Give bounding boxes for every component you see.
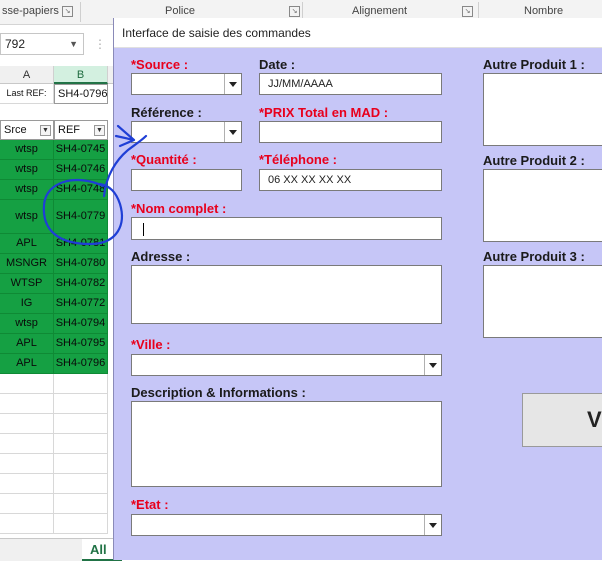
- prix-input[interactable]: [259, 121, 442, 143]
- source-cell[interactable]: IG: [0, 294, 54, 314]
- quantite-label: *Quantité :: [131, 152, 197, 167]
- prix-label: *PRIX Total en MAD :: [259, 105, 389, 120]
- column-header-a[interactable]: A: [0, 66, 54, 84]
- empty-cell[interactable]: [0, 434, 54, 454]
- ref-cell[interactable]: SH4-0745: [54, 140, 108, 160]
- chevron-down-icon[interactable]: [224, 122, 241, 142]
- empty-cell[interactable]: [54, 514, 108, 534]
- adresse-textarea[interactable]: [131, 265, 442, 324]
- ref-cell[interactable]: SH4-0794: [54, 314, 108, 334]
- source-cell[interactable]: APL: [0, 234, 54, 254]
- column-header-b[interactable]: B: [54, 66, 108, 84]
- source-cell[interactable]: APL: [0, 354, 54, 374]
- empty-cell[interactable]: [54, 434, 108, 454]
- description-textarea[interactable]: [131, 401, 442, 487]
- source-cell[interactable]: wtsp: [0, 200, 54, 234]
- name-box-value: 792: [5, 37, 26, 51]
- ref-cell[interactable]: SH4-0779: [54, 200, 108, 234]
- chevron-down-icon[interactable]: [424, 515, 441, 535]
- empty-cell[interactable]: [0, 454, 54, 474]
- order-entry-form: Interface de saisie des commandes *Sourc…: [113, 18, 602, 560]
- source-cell[interactable]: wtsp: [0, 160, 54, 180]
- autre-produit-2-input[interactable]: [483, 169, 602, 242]
- telephone-label: *Téléphone :: [259, 152, 338, 167]
- ref-cell[interactable]: SH4-0746: [54, 160, 108, 180]
- empty-cell[interactable]: [54, 374, 108, 394]
- ref-cell[interactable]: SH4-0781: [54, 234, 108, 254]
- date-input[interactable]: JJ/MM/AAAA: [259, 73, 442, 95]
- reference-label: Référence :: [131, 105, 202, 120]
- empty-cell[interactable]: [0, 474, 54, 494]
- form-title: Interface de saisie des commandes: [114, 18, 602, 48]
- empty-cell[interactable]: [54, 474, 108, 494]
- ref-cell[interactable]: SH4-0795: [54, 334, 108, 354]
- empty-cell[interactable]: [0, 394, 54, 414]
- nom-complet-label: *Nom complet :: [131, 201, 227, 216]
- autre-produit-3-input[interactable]: [483, 265, 602, 338]
- ribbon-group-alignment: Alignement: [352, 5, 408, 17]
- header-ref[interactable]: REF ▼: [54, 120, 108, 140]
- empty-cell[interactable]: [54, 414, 108, 434]
- ribbon-group-number: Nombre: [524, 5, 564, 17]
- ref-cell[interactable]: SH4-0780: [54, 254, 108, 274]
- clipboard-launcher-icon[interactable]: ↘: [62, 6, 73, 17]
- empty-cell[interactable]: [0, 414, 54, 434]
- formula-bar-separator-icon: ⋮: [94, 37, 106, 51]
- chevron-down-icon[interactable]: [424, 355, 441, 375]
- reference-combobox[interactable]: [131, 121, 242, 143]
- empty-cell[interactable]: [54, 394, 108, 414]
- empty-cell[interactable]: [54, 494, 108, 514]
- name-box[interactable]: 792 ▼: [0, 33, 84, 55]
- filter-dropdown-icon[interactable]: ▼: [94, 125, 105, 136]
- ribbon-group-font: Police: [165, 5, 195, 17]
- ville-label: *Ville :: [131, 337, 171, 352]
- ref-cell[interactable]: SH4-0796: [54, 354, 108, 374]
- date-label: Date :: [259, 57, 296, 72]
- filter-dropdown-icon[interactable]: ▼: [40, 125, 51, 136]
- sheet-tab-bar: All: [0, 538, 122, 561]
- last-ref-value[interactable]: SH4-0796: [54, 84, 108, 104]
- ville-combobox[interactable]: [131, 354, 442, 376]
- etat-label: *Etat :: [131, 497, 169, 512]
- autre-produit-2-label: Autre Produit 2 :: [483, 153, 585, 168]
- quantite-input[interactable]: [131, 169, 242, 191]
- empty-cell[interactable]: [54, 454, 108, 474]
- autre-produit-1-input[interactable]: [483, 73, 602, 146]
- source-label: *Source :: [131, 57, 189, 72]
- empty-cell[interactable]: [0, 494, 54, 514]
- description-label: Description & Informations :: [131, 385, 306, 400]
- ref-cell[interactable]: SH4-0772: [54, 294, 108, 314]
- empty-cell[interactable]: [0, 374, 54, 394]
- ribbon-group-clipboard: sse-papiers: [2, 5, 59, 17]
- nom-complet-input[interactable]: [131, 217, 442, 240]
- autre-produit-1-label: Autre Produit 1 :: [483, 57, 585, 72]
- source-combobox[interactable]: [131, 73, 242, 95]
- etat-combobox[interactable]: [131, 514, 442, 536]
- autre-produit-3-label: Autre Produit 3 :: [483, 249, 585, 264]
- ref-cell[interactable]: SH4-0748: [54, 180, 108, 200]
- source-cell[interactable]: wtsp: [0, 314, 54, 334]
- last-ref-label[interactable]: Last REF:: [0, 84, 54, 104]
- source-cell[interactable]: WTSP: [0, 274, 54, 294]
- source-cell[interactable]: wtsp: [0, 180, 54, 200]
- font-launcher-icon[interactable]: ↘: [289, 6, 300, 17]
- source-cell[interactable]: wtsp: [0, 140, 54, 160]
- alignment-launcher-icon[interactable]: ↘: [462, 6, 473, 17]
- adresse-label: Adresse :: [131, 249, 191, 264]
- source-cell[interactable]: APL: [0, 334, 54, 354]
- validate-button[interactable]: V: [522, 393, 602, 447]
- telephone-input[interactable]: 06 XX XX XX XX: [259, 169, 442, 191]
- ref-cell[interactable]: SH4-0782: [54, 274, 108, 294]
- chevron-down-icon[interactable]: [224, 74, 241, 94]
- empty-cell[interactable]: [0, 514, 54, 534]
- source-cell[interactable]: MSNGR: [0, 254, 54, 274]
- chevron-down-icon[interactable]: ▼: [69, 34, 78, 54]
- header-srce[interactable]: Srce ▼: [0, 120, 54, 140]
